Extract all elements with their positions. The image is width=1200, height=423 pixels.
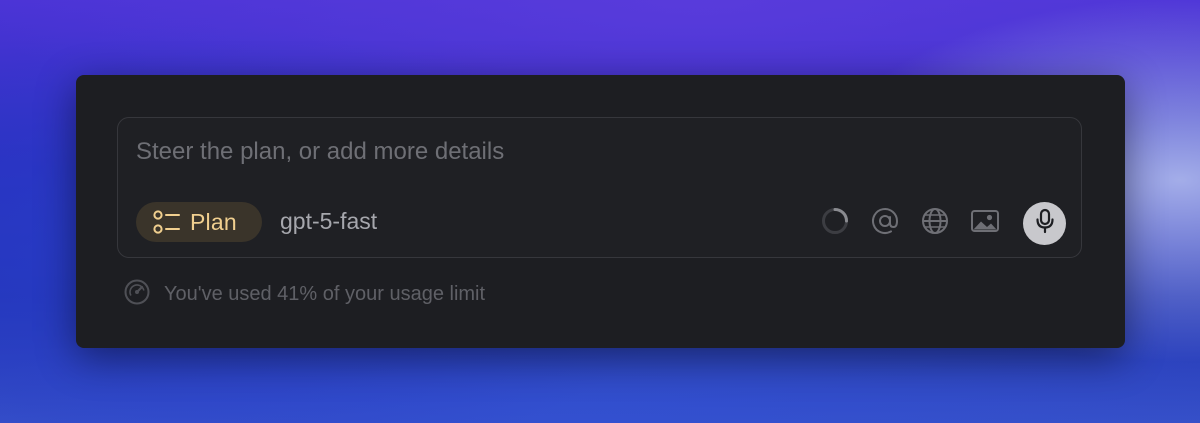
list-icon [153,210,180,234]
at-sign-icon[interactable] [869,205,901,237]
usage-text: You've used 41% of your usage limit [164,283,486,305]
prompt-input[interactable] [136,136,1036,168]
usage-status: You've used 41% of your usage limit [123,278,485,311]
loading-spinner-icon [819,205,851,237]
model-selector[interactable]: gpt-5-fast [280,208,377,235]
composer-box: Plan gpt-5-fast [117,117,1082,258]
microphone-button[interactable] [1023,202,1066,245]
globe-icon[interactable] [919,205,951,237]
mode-label: Plan [190,208,237,235]
prompt-window: Plan gpt-5-fast [76,75,1125,348]
image-icon[interactable] [969,205,1001,237]
mode-selector-button[interactable]: Plan [136,202,262,242]
microphone-icon [1034,208,1056,239]
gauge-icon [123,278,151,311]
